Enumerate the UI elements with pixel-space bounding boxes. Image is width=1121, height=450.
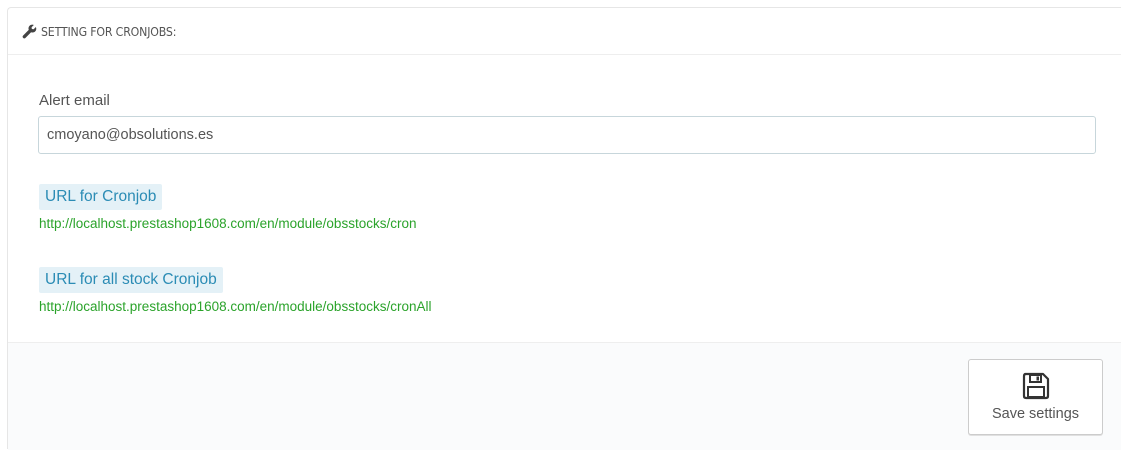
save-settings-button[interactable]: Save settings [968,359,1103,435]
floppy-disk-icon [1022,372,1049,400]
settings-panel: SETTING FOR CRONJOBS: Alert email URL fo… [7,7,1121,450]
alert-email-input[interactable] [38,116,1096,154]
save-settings-label: Save settings [991,406,1080,422]
cronjob-url-link[interactable]: http://localhost.prestashop1608.com/en/m… [39,216,416,231]
cronjob-url-label: URL for Cronjob [39,184,163,210]
all-stock-cronjob-url-label: URL for all stock Cronjob [39,267,223,293]
panel-title: SETTING FOR CRONJOBS: [41,23,177,39]
panel-footer: Save settings [8,342,1121,450]
panel-heading: SETTING FOR CRONJOBS: [8,8,1121,55]
wrench-icon [22,24,37,38]
alert-email-label: Alert email [39,92,110,109]
all-stock-cronjob-url-link[interactable]: http://localhost.prestashop1608.com/en/m… [39,299,431,314]
